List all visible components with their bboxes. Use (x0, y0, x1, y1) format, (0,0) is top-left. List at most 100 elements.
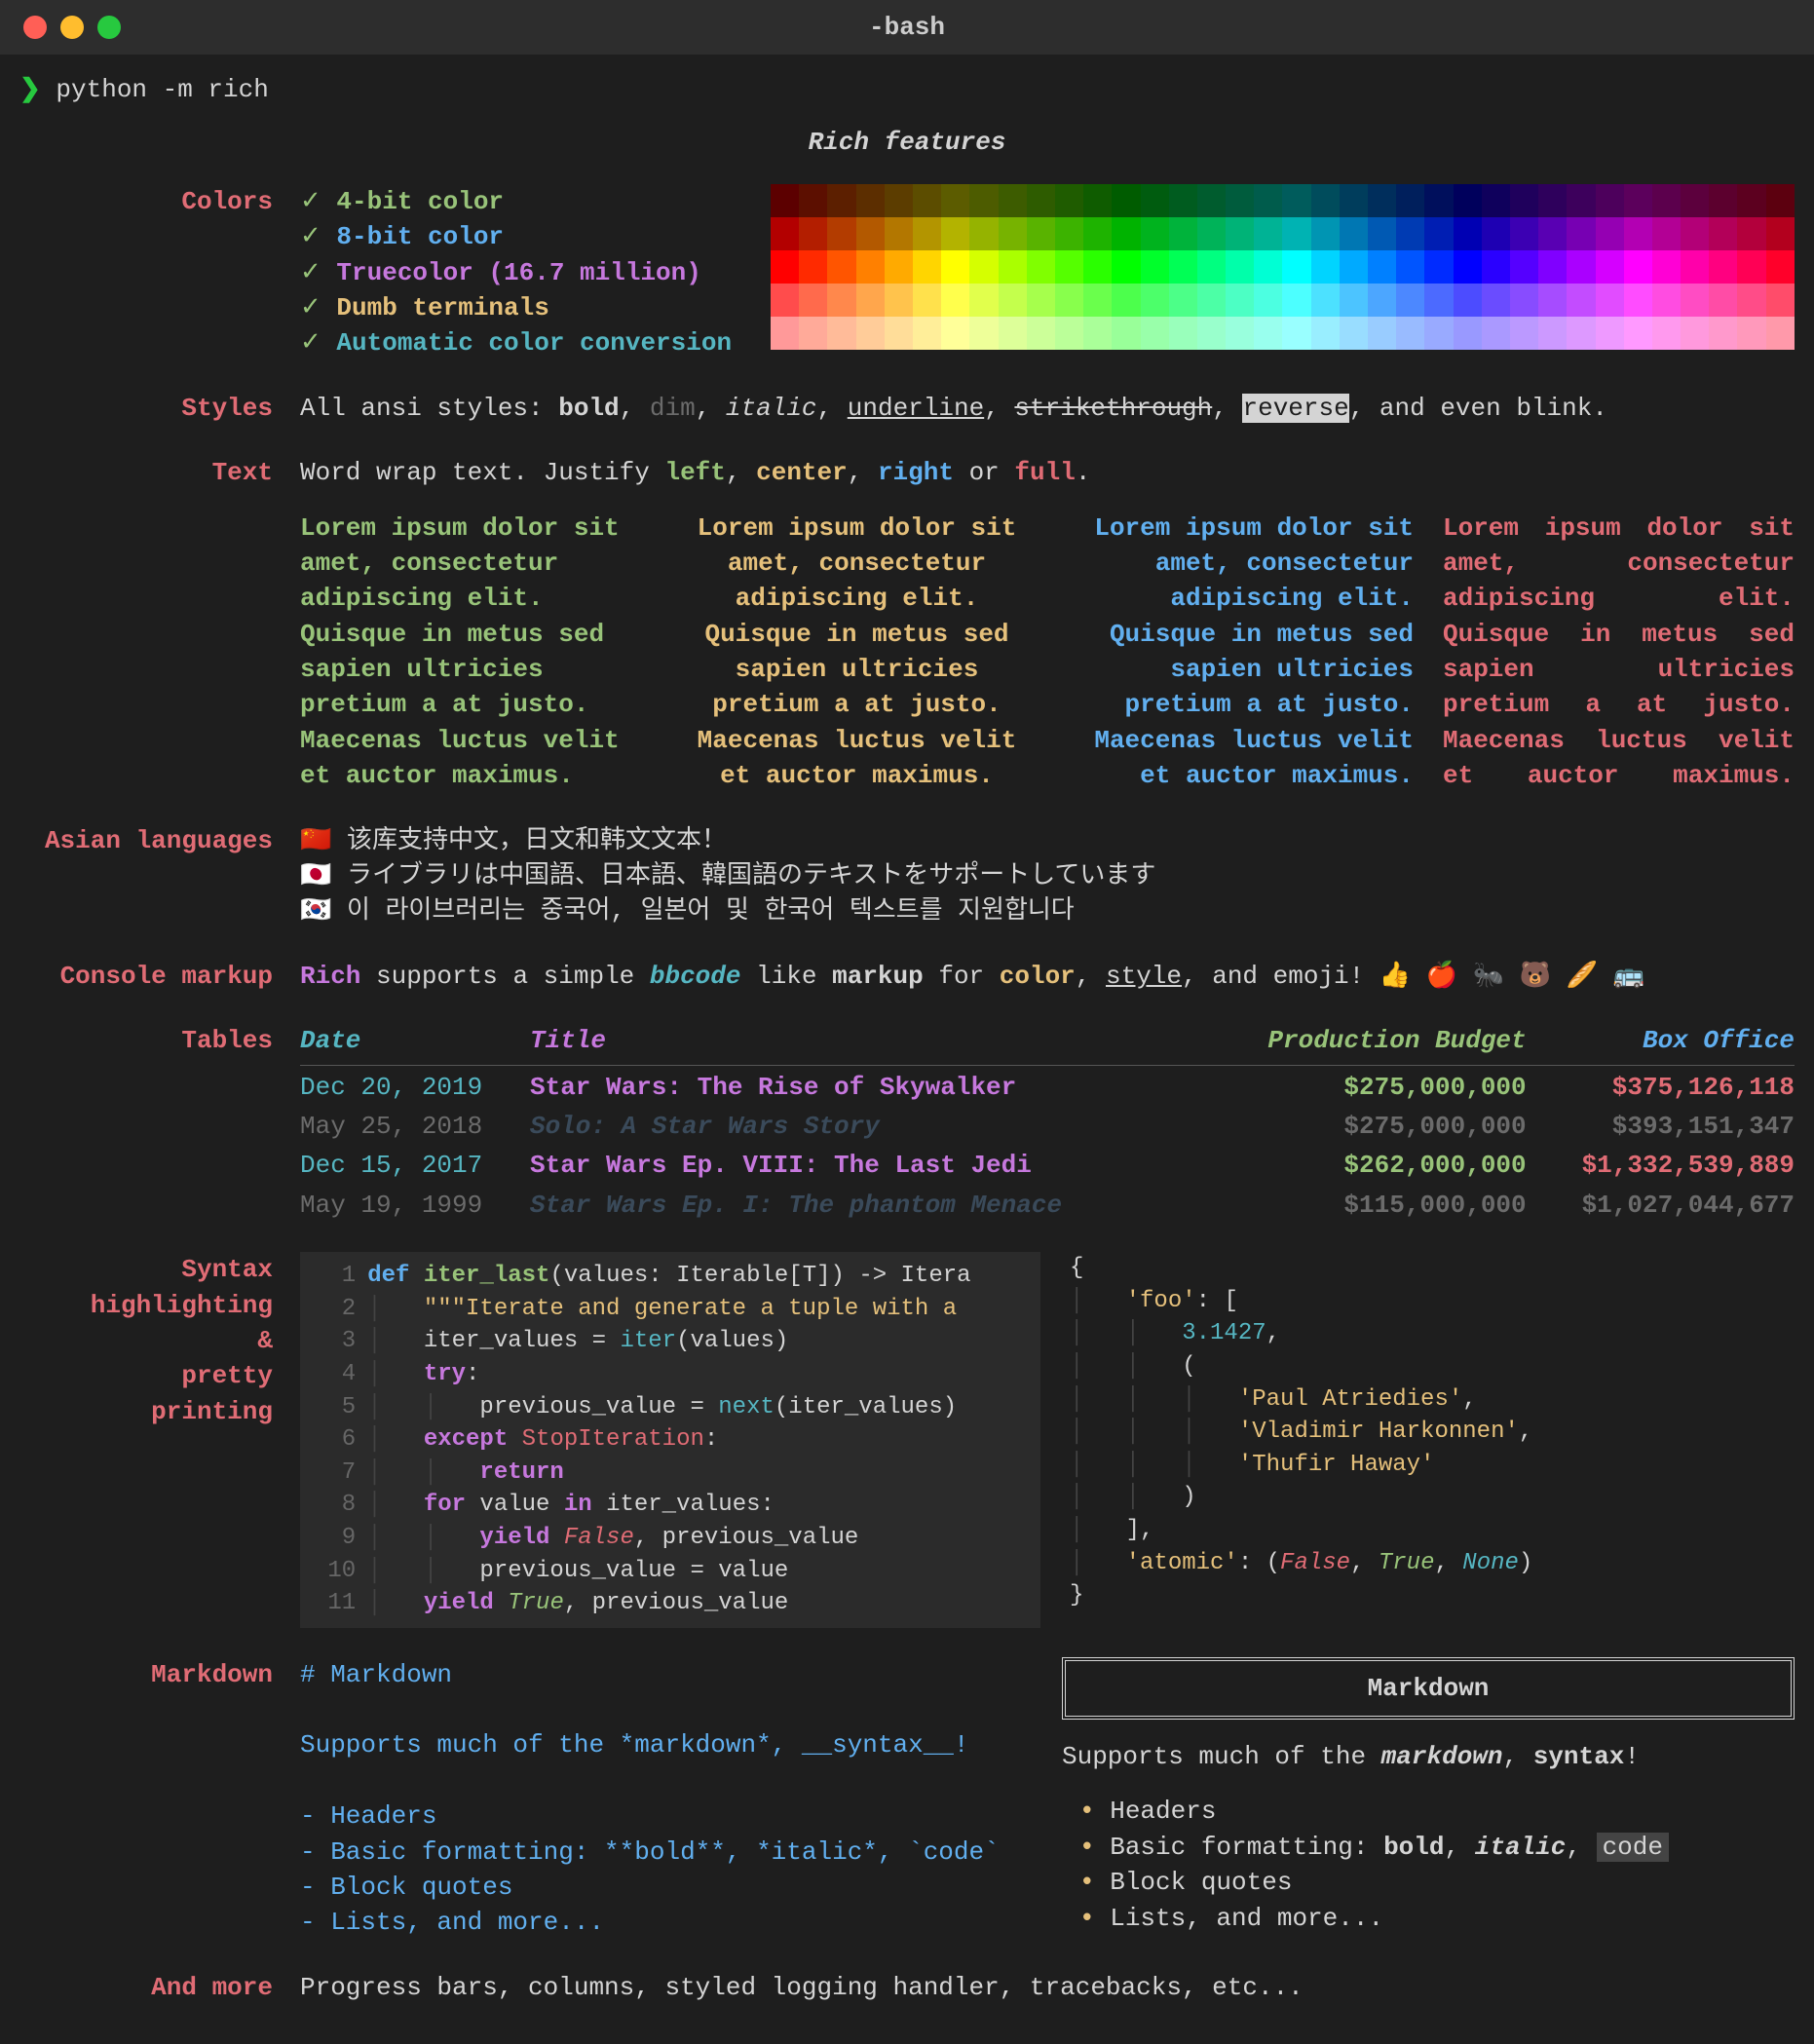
section-styles: All ansi styles: bold, dim, italic, unde… (300, 391, 1795, 426)
colors-item: ✓ 4-bit color (300, 184, 732, 219)
markdown-header-box: Markdown (1062, 1657, 1795, 1720)
section-markup-label: Console markup (19, 959, 273, 994)
markdown-src-line: - Block quotes (300, 1870, 1033, 1905)
titlebar: -bash (0, 0, 1814, 55)
colors-item: ✓ Dumb terminals (300, 290, 732, 325)
text-center: center (756, 458, 848, 487)
markdown-src-line (300, 1692, 1033, 1727)
colors-item: ✓ Truecolor (16.7 million) (300, 255, 732, 290)
prompt-command: python -m rich (56, 75, 268, 104)
section-asian-label: Asian languages (19, 823, 273, 858)
minimize-button[interactable] (60, 16, 84, 39)
color-spectrum (771, 184, 1795, 350)
text-or: or (954, 458, 1014, 487)
md-bold: syntax (1533, 1742, 1625, 1771)
pprint-line: │ 'foo': [ (1070, 1285, 1795, 1318)
markdown-paragraph: Supports much of the markdown, syntax! (1062, 1739, 1795, 1774)
flag-cn-icon: 🇨🇳 (300, 826, 331, 855)
flag-jp-icon: 🇯🇵 (300, 861, 331, 890)
styles-bold: bold (558, 394, 619, 423)
zoom-button[interactable] (97, 16, 121, 39)
md-p1: Supports much of the (1062, 1742, 1381, 1771)
section-markup: Rich supports a simple bbcode like marku… (300, 959, 1795, 994)
list-item: Block quotes (1079, 1865, 1795, 1900)
markup-p5: , and emoji! (1182, 962, 1379, 991)
section-styles-label: Styles (19, 391, 273, 426)
markdown-source: # Markdown Supports much of the *markdow… (300, 1657, 1033, 1941)
markup-rich: Rich (300, 962, 360, 991)
pprint-line: { (1070, 1252, 1795, 1285)
th-budget: Production Budget (1200, 1023, 1526, 1065)
code-line: 3│ iter_values = iter(values) (314, 1325, 1027, 1358)
section-tables-label: Tables (19, 1023, 273, 1058)
text-left: left (664, 458, 725, 487)
code-line: 6│ except StopIteration: (314, 1423, 1027, 1457)
code-block: 1def iter_last(values: Iterable[T]) -> I… (300, 1252, 1040, 1628)
text-right: right (878, 458, 954, 487)
section-markdown: # Markdown Supports much of the *markdow… (300, 1657, 1795, 1941)
markup-p1: supports a simple (360, 962, 649, 991)
colors-list: ✓ 4-bit color✓ 8-bit color✓ Truecolor (1… (300, 184, 732, 361)
section-colors: ✓ 4-bit color✓ 8-bit color✓ Truecolor (1… (300, 184, 1795, 361)
code-line: 5│ │ previous_value = next(iter_values) (314, 1391, 1027, 1424)
pprint-line: │ │ ) (1070, 1481, 1795, 1514)
terminal-viewport[interactable]: ❯ python -m rich Rich features Colors ✓ … (0, 55, 1814, 2044)
asian-kr: 이 라이브러리는 중국어, 일본어 및 한국어 텍스트를 지원합니다 (347, 896, 1075, 926)
markdown-src-line: Supports much of the *markdown*, __synta… (300, 1727, 1033, 1762)
lorem-left: Lorem ipsum dolor sit amet, consectetur … (300, 511, 652, 794)
pprint-line: │ │ 3.1427, (1070, 1317, 1795, 1350)
pprint-line: │ │ │ 'Vladimir Harkonnen', (1070, 1416, 1795, 1449)
section-text-label: Text (19, 455, 273, 490)
markdown-src-line: # Markdown (300, 1657, 1033, 1692)
section-asian: 🇨🇳 该库支持中文，日文和韩文文本！ 🇯🇵 ライブラリは中国語、日本語、韓国語の… (300, 823, 1795, 929)
markup-bbcode: bbcode (650, 962, 741, 991)
markup-style: style (1106, 962, 1182, 991)
th-date: Date (300, 1023, 530, 1065)
asian-jp: ライブラリは中国語、日本語、韓国語のテキストをサポートしています (347, 861, 1155, 890)
pprint-line: │ │ ( (1070, 1350, 1795, 1383)
text-full: full (1014, 458, 1075, 487)
markup-color: color (1000, 962, 1076, 991)
asian-cn: 该库支持中文，日文和韩文文本！ (347, 826, 727, 855)
section-more-label: And more (19, 1970, 273, 2005)
markdown-src-line: - Basic formatting: **bold**, *italic*, … (300, 1835, 1033, 1870)
pprint-line: │ ], (1070, 1514, 1795, 1547)
markup-markup: markup (832, 962, 924, 991)
md-p2: , (1502, 1742, 1532, 1771)
code-line: 2│ """Iterate and generate a tuple with … (314, 1293, 1027, 1326)
markup-p3: for (924, 962, 1000, 991)
markup-p4: , (1076, 962, 1106, 991)
section-syntax-label: Syntax highlighting & pretty printing (19, 1252, 273, 1429)
lorem-right: Lorem ipsum dolor sit amet, consectetur … (1062, 511, 1414, 794)
markdown-render: Markdown Supports much of the markdown, … (1062, 1657, 1795, 1941)
prompt-line: ❯ python -m rich (19, 72, 1795, 107)
section-colors-label: Colors (19, 184, 273, 219)
list-item: Basic formatting: bold, italic, code (1079, 1830, 1795, 1865)
styles-prefix: All ansi styles: (300, 394, 558, 423)
markup-p2: like (741, 962, 833, 991)
flag-kr-icon: 🇰🇷 (300, 896, 331, 926)
pprint-line: │ │ │ 'Thufir Haway' (1070, 1449, 1795, 1482)
pprint-line: } (1070, 1579, 1795, 1612)
md-italic: markdown (1381, 1742, 1503, 1771)
code-line: 10│ │ previous_value = value (314, 1555, 1027, 1588)
markdown-src-line (300, 1763, 1033, 1798)
code-line: 7│ │ return (314, 1457, 1027, 1490)
lorem-center: Lorem ipsum dolor sit amet, consectetur … (681, 511, 1033, 794)
code-line: 1def iter_last(values: Iterable[T]) -> I… (314, 1260, 1027, 1293)
section-more: Progress bars, columns, styled logging h… (300, 1970, 1795, 2005)
list-item: Headers (1079, 1794, 1795, 1829)
markdown-src-line: - Lists, and more... (300, 1905, 1033, 1940)
md-p3: ! (1624, 1742, 1640, 1771)
styles-strike: strikethrough (1014, 394, 1212, 423)
section-syntax: 1def iter_last(values: Iterable[T]) -> I… (300, 1252, 1795, 1628)
styles-reverse: reverse (1242, 394, 1348, 423)
pprint-line: │ 'atomic': (False, True, None) (1070, 1547, 1795, 1580)
table-row: May 19, 1999Star Wars Ep. I: The phantom… (300, 1184, 1795, 1223)
close-button[interactable] (23, 16, 47, 39)
colors-item: ✓ Automatic color conversion (300, 325, 732, 360)
code-line: 11│ yield True, previous_value (314, 1587, 1027, 1620)
markdown-src-line: - Headers (300, 1798, 1033, 1834)
text-line: Word wrap text. Justify (300, 458, 664, 487)
code-line: 8│ for value in iter_values: (314, 1489, 1027, 1522)
